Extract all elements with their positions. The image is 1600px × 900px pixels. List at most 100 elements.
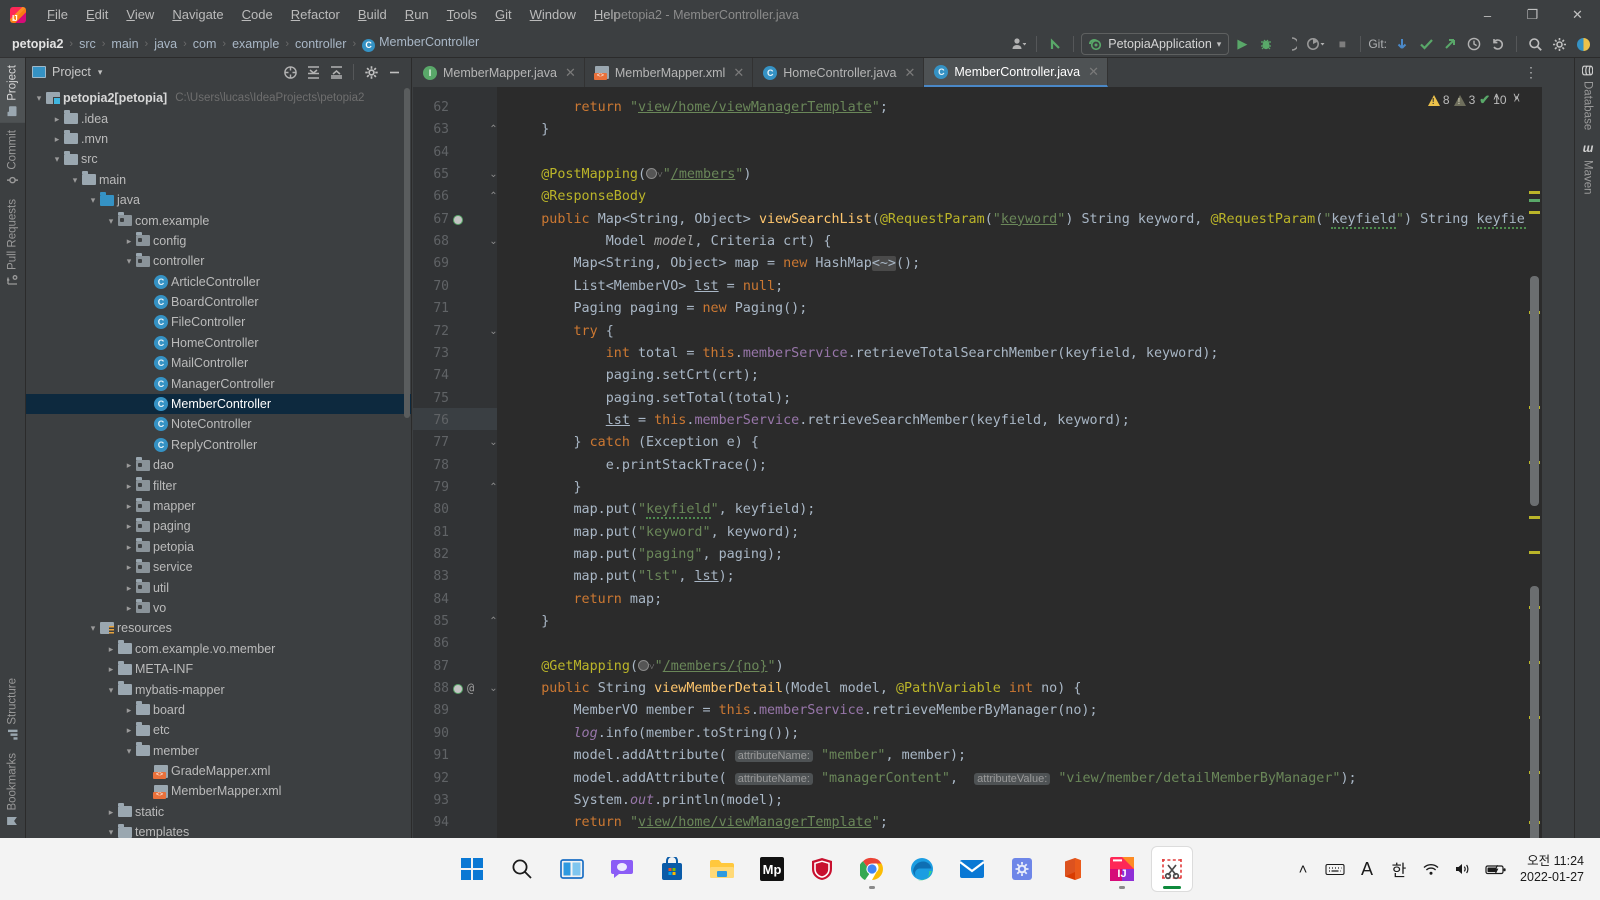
chevron-down-icon[interactable]: ▾ — [32, 88, 46, 108]
battery-icon[interactable] — [1480, 847, 1512, 891]
tree-node[interactable]: ▾ controller — [26, 251, 411, 271]
tree-node[interactable]: GradeMapper.xml — [26, 761, 411, 781]
run-configuration-selector[interactable]: PetopiaApplication ▾ — [1081, 33, 1230, 55]
tree-node[interactable]: ▾ resources — [26, 618, 411, 638]
tree-node[interactable]: ▸ dao — [26, 455, 411, 475]
chevron-right-icon[interactable]: ▸ — [122, 496, 136, 516]
close-tab-icon[interactable]: ✕ — [565, 65, 576, 81]
breadcrumb-item-controller[interactable]: controller — [291, 35, 350, 53]
spring-bean-icon[interactable] — [449, 681, 465, 697]
chevron-right-icon[interactable]: ▸ — [122, 455, 136, 475]
run-button[interactable]: ▶ — [1231, 33, 1253, 55]
breadcrumb-item-java[interactable]: java — [150, 35, 181, 53]
collapse-inspections-icon[interactable]: ˄ — [1514, 94, 1520, 106]
undo-icon[interactable] — [1487, 33, 1509, 55]
volume-icon[interactable] — [1448, 847, 1478, 891]
chevron-down-icon[interactable]: ▾ — [86, 618, 100, 638]
ide-icon[interactable] — [1572, 33, 1594, 55]
chevron-right-icon[interactable]: ▸ — [122, 476, 136, 496]
menu-item-run[interactable]: Run — [396, 4, 438, 26]
chevron-right-icon[interactable]: ▸ — [122, 598, 136, 618]
tool-window-tab-database[interactable]: Database — [1575, 58, 1600, 137]
taskbar-chrome-icon[interactable] — [852, 847, 892, 891]
editor-gutter[interactable]: 62 63 ⌃ 64 65 ⌄ 66 ⌃ 67 68 ⌄ 69 70 71 72 ⌄ 73 74 75 76 77 ⌄ 78… — [413, 87, 498, 838]
tool-window-tab-bookmarks[interactable]: Bookmarks — [0, 746, 25, 834]
breadcrumb-item-main[interactable]: main — [107, 35, 142, 53]
collapse-all-icon[interactable] — [325, 61, 347, 83]
user-icon[interactable] — [1007, 33, 1029, 55]
project-tree[interactable]: ▾ petopia2 [petopia] C:\Users\lucas\IdeaPr… — [26, 86, 411, 838]
maximize-button[interactable]: ❐ — [1510, 0, 1555, 30]
tree-node[interactable]: ▸ etc — [26, 720, 411, 740]
weak-warning-count-item[interactable]: 3 — [1453, 93, 1475, 107]
error-stripe-mark[interactable] — [1529, 191, 1540, 194]
tool-window-tab-maven[interactable]: m Maven — [1575, 137, 1600, 201]
menu-item-navigate[interactable]: Navigate — [163, 4, 232, 26]
chevron-right-icon[interactable]: ▸ — [122, 537, 136, 557]
error-stripe-mark[interactable] — [1529, 211, 1540, 214]
commit-icon[interactable] — [1415, 33, 1437, 55]
breadcrumb-item-example[interactable]: example — [228, 35, 283, 53]
chevron-right-icon[interactable]: ▸ — [122, 557, 136, 577]
wifi-icon[interactable] — [1416, 847, 1446, 891]
editor-tab-membermapper-xml[interactable]: MemberMapper.xml ✕ — [585, 58, 754, 87]
breadcrumb-item-membercontroller[interactable]: C MemberController — [358, 33, 483, 54]
tree-node[interactable]: C MailController — [26, 353, 411, 373]
breadcrumb-item-petopia2[interactable]: petopia2 — [8, 35, 67, 53]
editor-vertical-scrollbar[interactable] — [1530, 276, 1539, 506]
update-project-icon[interactable] — [1391, 33, 1413, 55]
tree-node[interactable]: C NoteController — [26, 414, 411, 434]
editor-vertical-scrollbar-thumb[interactable] — [1530, 586, 1539, 838]
chevron-right-icon[interactable]: ▸ — [122, 720, 136, 740]
expand-all-icon[interactable] — [302, 61, 324, 83]
stop-button[interactable]: ■ — [1331, 33, 1353, 55]
gear-icon[interactable] — [1548, 33, 1570, 55]
profiler-button[interactable] — [1303, 33, 1329, 55]
tree-node[interactable]: MemberMapper.xml — [26, 781, 411, 801]
tree-node[interactable]: ▸ vo — [26, 598, 411, 618]
tree-node[interactable]: C ReplyController — [26, 435, 411, 455]
tree-node[interactable]: ▾ petopia2 [petopia] C:\Users\lucas\IdeaPr… — [26, 88, 411, 108]
menu-item-git[interactable]: Git — [486, 4, 521, 26]
tree-node[interactable]: ▸ filter — [26, 475, 411, 495]
error-stripe-marker-column[interactable] — [1526, 116, 1542, 838]
tree-node-selected[interactable]: C MemberController — [26, 393, 411, 415]
history-icon[interactable] — [1463, 33, 1485, 55]
close-tab-icon[interactable]: ✕ — [1088, 64, 1099, 80]
close-button[interactable]: ✕ — [1555, 0, 1600, 30]
taskbar-edge-icon[interactable] — [902, 847, 942, 891]
menu-item-code[interactable]: Code — [233, 4, 282, 26]
annotation-gutter-icon[interactable]: @ — [467, 681, 474, 695]
chevron-down-icon[interactable]: ▾ — [98, 67, 103, 78]
tree-node[interactable]: ▸ static — [26, 802, 411, 822]
minimize-button[interactable]: – — [1465, 0, 1510, 30]
tree-node[interactable]: ▸ petopia — [26, 537, 411, 557]
tree-node[interactable]: ▸ com.example.vo.member — [26, 639, 411, 659]
tree-node[interactable]: ▾ member — [26, 741, 411, 761]
chevron-right-icon[interactable]: ▸ — [50, 109, 64, 129]
chevron-down-icon[interactable]: ▾ — [122, 741, 136, 761]
project-tree-scrollbar[interactable] — [404, 88, 410, 418]
tool-window-tab-pull-requests[interactable]: Pull Requests — [0, 192, 25, 293]
chevron-down-icon[interactable]: ▾ — [50, 149, 64, 169]
select-opened-file-icon[interactable] — [279, 61, 301, 83]
menu-item-window[interactable]: Window — [521, 4, 585, 26]
tool-window-tab-commit[interactable]: Commit — [0, 123, 25, 193]
menu-item-build[interactable]: Build — [349, 4, 396, 26]
chevron-down-icon[interactable]: ▾ — [122, 251, 136, 271]
menu-item-edit[interactable]: Edit — [77, 4, 117, 26]
taskbar-chat-icon[interactable] — [602, 847, 642, 891]
error-stripe-mark[interactable] — [1529, 516, 1540, 519]
tree-node[interactable]: C ArticleController — [26, 272, 411, 292]
taskbar-microsoft-store-icon[interactable] — [652, 847, 692, 891]
typo-count-item[interactable]: ✔ 10 — [1479, 92, 1506, 108]
error-stripe-mark[interactable] — [1529, 551, 1540, 554]
keyboard-icon[interactable] — [1320, 847, 1350, 891]
tree-node[interactable]: ▸ util — [26, 577, 411, 597]
search-icon[interactable] — [1524, 33, 1546, 55]
tree-node[interactable]: C HomeController — [26, 333, 411, 353]
more-tabs-icon[interactable]: ⋮ — [1520, 58, 1542, 87]
editor-tab-membermapper-java[interactable]: I MemberMapper.java ✕ — [413, 58, 585, 87]
spring-bean-icon[interactable] — [449, 212, 465, 228]
tree-node[interactable]: C ManagerController — [26, 373, 411, 393]
